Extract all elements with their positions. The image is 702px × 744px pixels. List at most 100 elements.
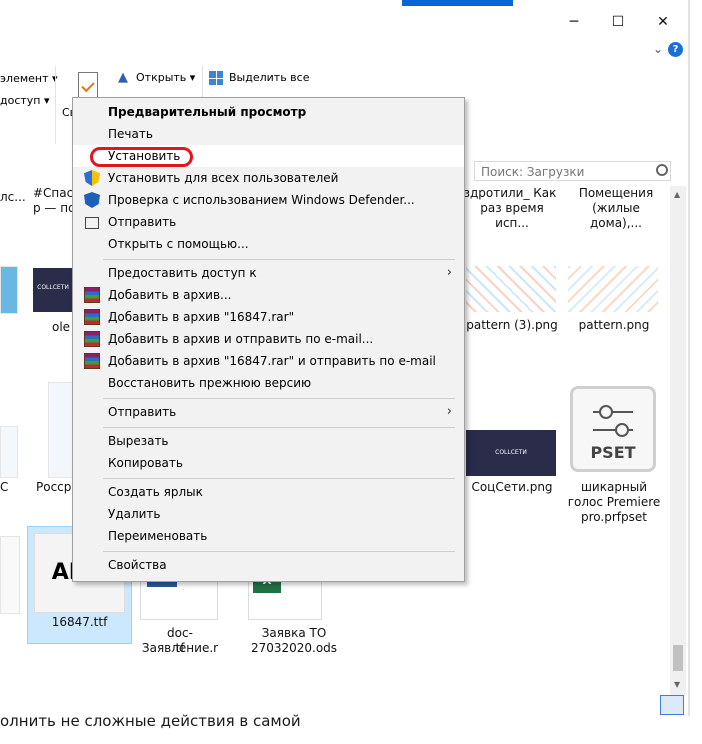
open-icon: ▲ [118, 70, 128, 85]
menu-item-add-rar[interactable]: Добавить в архив "16847.rar" [73, 306, 464, 328]
file-label[interactable]: pattern.png [564, 318, 664, 333]
maximize-icon: ☐ [611, 14, 625, 30]
file-label[interactable]: 27032020.ods [244, 641, 344, 656]
file-label[interactable]: СоцСети.png [462, 480, 562, 495]
menu-item-label: Переименовать [108, 529, 208, 543]
menu-item-preview[interactable]: Предварительный просмотр [73, 101, 464, 123]
menu-item-label: Проверка с использованием Windows Defend… [108, 193, 415, 207]
open-dropdown[interactable]: Открыть ▾ [136, 71, 195, 84]
select-all-icon [209, 71, 223, 85]
file-label: 16847.ttf [51, 615, 108, 629]
menu-item-send-to[interactable]: Отправить › [73, 401, 464, 423]
menu-item-label: Добавить в архив... [108, 288, 232, 302]
help-icon[interactable]: ? [668, 42, 683, 57]
menu-separator [103, 551, 455, 552]
menu-item-create-shortcut[interactable]: Создать ярлык [73, 481, 464, 503]
winrar-icon [84, 309, 100, 325]
file-thumbnail[interactable] [466, 266, 556, 312]
share-icon [85, 217, 99, 229]
search-input[interactable]: Поиск: Загрузки [474, 161, 671, 181]
menu-item-restore-version[interactable]: Восстановить прежнюю версию [73, 372, 464, 394]
menu-item-label: Предварительный просмотр [108, 105, 307, 119]
file-label[interactable]: pattern (3).png [462, 318, 562, 333]
file-label[interactable]: лс... [0, 190, 26, 205]
menu-item-label: Добавить в архив и отправить по e-mail..… [108, 332, 374, 346]
file-thumbnail[interactable] [0, 426, 18, 478]
file-label[interactable]: шикарный [564, 480, 664, 495]
chevron-right-icon: › [446, 404, 452, 419]
file-label[interactable]: #Спас [33, 186, 73, 201]
file-label[interactable]: Помещения [566, 186, 666, 201]
file-label[interactable]: раз время исп... [462, 201, 562, 231]
properties-icon[interactable] [78, 72, 98, 98]
menu-item-defender[interactable]: Проверка с использованием Windows Defend… [73, 189, 464, 211]
file-thumbnail[interactable]: COLLСЕТИ [466, 430, 556, 476]
menu-item-label: Отправить [108, 215, 177, 229]
select-all-button[interactable]: Выделить все [229, 71, 309, 84]
file-label[interactable]: tf [130, 641, 230, 656]
defender-icon [84, 192, 100, 208]
pset-file-icon[interactable]: PSET [570, 386, 656, 472]
search-icon[interactable] [656, 164, 668, 176]
chevron-right-icon: › [446, 265, 452, 280]
maximize-button[interactable]: ☐ [603, 8, 633, 36]
winrar-icon [84, 287, 100, 303]
file-thumbnail[interactable] [568, 266, 658, 312]
menu-item-copy[interactable]: Копировать [73, 452, 464, 474]
menu-item-give-access[interactable]: Предоставить доступ к › [73, 262, 464, 284]
menu-item-cut[interactable]: Вырезать [73, 430, 464, 452]
menu-item-label: Вырезать [108, 434, 169, 448]
menu-item-open-with[interactable]: Открыть с помощью... [73, 233, 464, 255]
file-label[interactable]: (жилые дома),... [566, 201, 666, 231]
menu-separator [103, 427, 455, 428]
menu-item-print[interactable]: Печать [73, 123, 464, 145]
menu-item-label: Копировать [108, 456, 183, 470]
menu-item-label: Добавить в архив "16847.rar" и отправить… [108, 354, 436, 368]
file-label[interactable]: р — по [33, 201, 75, 216]
file-thumbnail[interactable] [48, 382, 74, 478]
winrar-icon [84, 331, 100, 347]
vertical-scrollbar[interactable] [670, 186, 686, 696]
file-label[interactable]: здротили_ Как [460, 186, 560, 201]
shield-icon [84, 170, 100, 186]
close-button[interactable]: ✕ [648, 8, 678, 36]
menu-item-rename[interactable]: Переименовать [73, 525, 464, 547]
menu-item-label: Свойства [108, 558, 167, 572]
share-dropdown[interactable]: доступ ▾ [0, 94, 50, 107]
scroll-thumb[interactable] [673, 645, 683, 671]
menu-item-share[interactable]: Отправить [73, 211, 464, 233]
menu-item-install-all[interactable]: Установить для всех пользователей [73, 167, 464, 189]
file-thumbnail[interactable] [0, 536, 20, 614]
highlight-annotation [90, 147, 193, 167]
article-text: олнить не сложные действия в самой [0, 712, 301, 730]
file-label[interactable]: Заявка ТО [244, 626, 344, 641]
menu-item-delete[interactable]: Удалить [73, 503, 464, 525]
minimize-icon: ─ [569, 14, 579, 30]
menu-separator [103, 259, 455, 260]
scroll-up-icon[interactable]: ▲ [674, 190, 680, 199]
file-label[interactable]: C [0, 480, 8, 495]
file-label[interactable]: голос Premiere [564, 495, 664, 510]
menu-item-label: Удалить [108, 507, 161, 521]
select-dropdown[interactable]: элемент ▾ [0, 72, 58, 85]
menu-item-archive-email[interactable]: Добавить в архив и отправить по e-mail..… [73, 328, 464, 350]
view-toggle-icon[interactable] [660, 695, 684, 715]
pset-label: PSET [590, 443, 636, 462]
menu-separator [103, 398, 455, 399]
minimize-button[interactable]: ─ [559, 8, 589, 36]
winrar-icon [84, 353, 100, 369]
file-label[interactable]: pro.prfpset [564, 510, 664, 525]
menu-item-rar-email[interactable]: Добавить в архив "16847.rar" и отправить… [73, 350, 464, 372]
file-label[interactable]: ole [52, 320, 70, 335]
context-menu: Предварительный просмотр Печать Установи… [72, 97, 465, 582]
menu-item-add-archive[interactable]: Добавить в архив... [73, 284, 464, 306]
scroll-down-icon[interactable]: ▼ [674, 680, 680, 689]
file-thumbnail[interactable] [0, 266, 18, 314]
menu-item-label: Создать ярлык [108, 485, 203, 499]
collapse-ribbon-icon[interactable]: ⌄ [651, 42, 665, 56]
file-thumbnail[interactable]: COLLСЕТИ [33, 268, 73, 312]
window-border [688, 0, 690, 720]
menu-item-properties[interactable]: Свойства [73, 554, 464, 576]
menu-item-label: Отправить [108, 405, 177, 419]
menu-item-label: Добавить в архив "16847.rar" [108, 310, 295, 324]
